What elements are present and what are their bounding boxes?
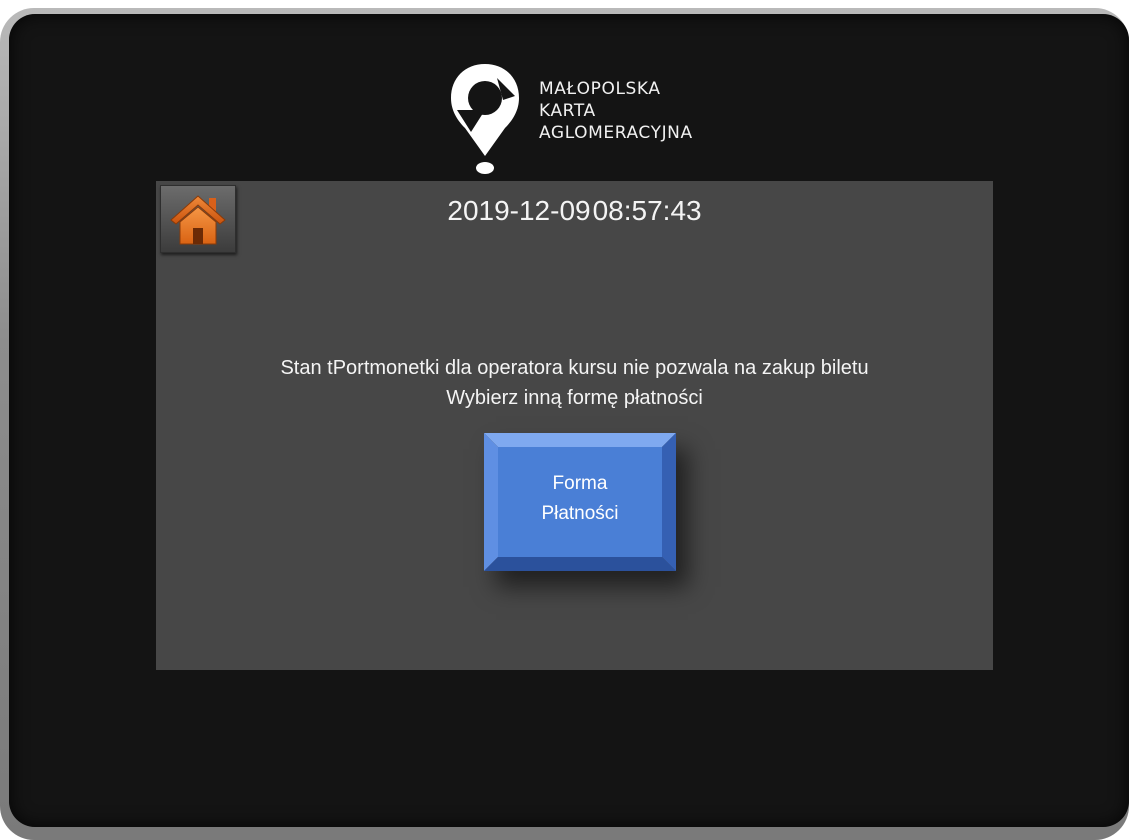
- current-date: 2019-12-09: [447, 195, 591, 226]
- brand-line-3: AGLOMERACYJNA: [539, 123, 693, 143]
- payment-button-label: Forma Płatności: [484, 469, 676, 529]
- map-pin-icon: [451, 64, 519, 174]
- current-time: 08:57:43: [592, 195, 702, 226]
- brand-line-1: MAŁOPOLSKA: [539, 79, 661, 99]
- main-panel: 2019-12-0908:57:43 Stan tPortmonetki dla…: [156, 181, 993, 670]
- message-line-1: Stan tPortmonetki dla operatora kursu ni…: [280, 357, 869, 379]
- brand-line-2: KARTA: [539, 101, 596, 121]
- payment-label-line-2: Płatności: [541, 503, 619, 524]
- message-line-2: Wybierz inną formę płatności: [446, 387, 703, 409]
- brand-logo: MAŁOPOLSKA KARTA AGLOMERACYJNA: [445, 56, 745, 182]
- kiosk-screen: MAŁOPOLSKA KARTA AGLOMERACYJNA 2019-12-0…: [9, 14, 1129, 827]
- payment-label-line-1: Forma: [552, 473, 608, 494]
- brand-name: MAŁOPOLSKA KARTA AGLOMERACYJNA: [539, 78, 693, 144]
- error-message: Stan tPortmonetki dla operatora kursu ni…: [156, 353, 993, 413]
- payment-method-button[interactable]: Forma Płatności: [484, 433, 676, 571]
- date-time-display: 2019-12-0908:57:43: [156, 195, 993, 227]
